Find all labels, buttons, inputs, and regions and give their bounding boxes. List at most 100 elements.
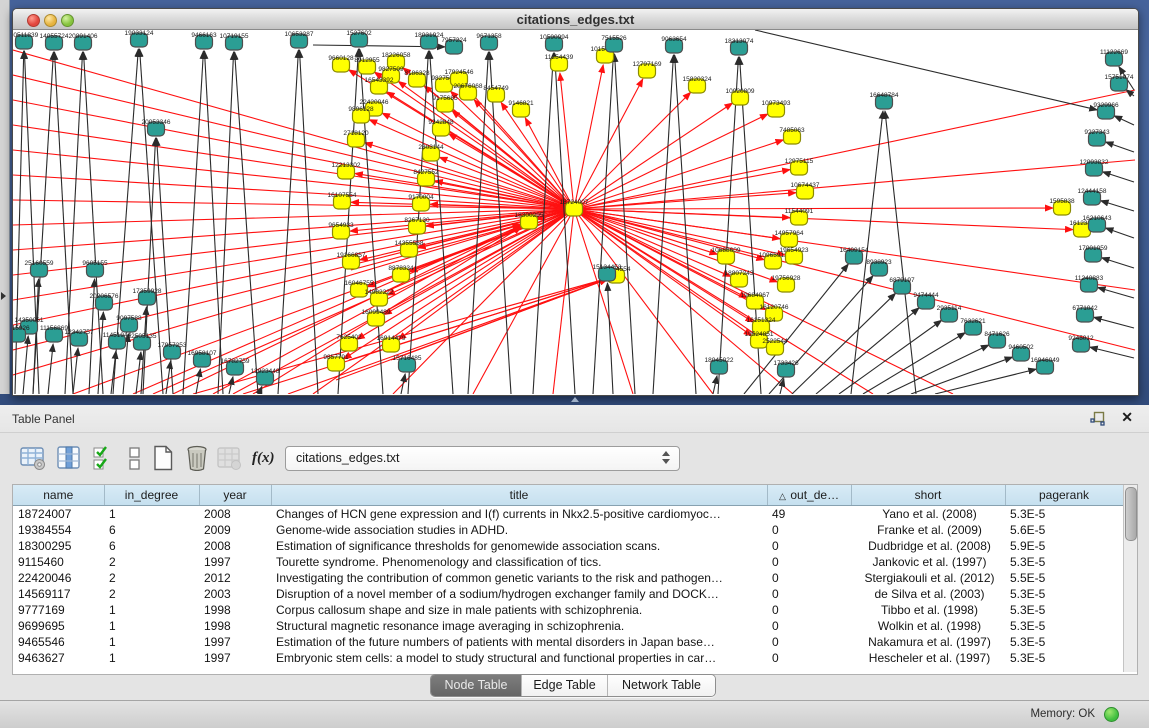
graph-node[interactable]: 1733426: [773, 360, 799, 377]
cell-pagerank[interactable]: 5.6E-5: [1005, 522, 1123, 538]
graph-node[interactable]: 11254439: [545, 54, 574, 71]
column-header-short[interactable]: short: [851, 485, 1005, 506]
citation-edge-red[interactable]: [574, 92, 691, 209]
cell-name[interactable]: 9465546: [13, 634, 104, 650]
cell-out_de[interactable]: 0: [767, 586, 851, 602]
graph-node[interactable]: 25160559: [25, 260, 54, 277]
graph-node[interactable]: 12342757: [65, 329, 94, 346]
graph-node[interactable]: 16946049: [1031, 357, 1060, 374]
graph-node[interactable]: 10674437: [791, 182, 820, 199]
graph-node[interactable]: 9146821: [508, 100, 534, 117]
column-header-year[interactable]: year: [199, 485, 271, 506]
graph-node[interactable]: 7957224: [441, 37, 467, 54]
table-mode-icon[interactable]: [20, 445, 46, 471]
cell-pagerank[interactable]: 5.3E-5: [1005, 602, 1123, 618]
graph-node[interactable]: 11122669: [1100, 49, 1128, 66]
cell-out_de[interactable]: 0: [767, 650, 851, 666]
graph-node[interactable]: 6771042: [1072, 305, 1098, 322]
panel-splitter-handle[interactable]: [571, 397, 579, 402]
cell-pagerank[interactable]: 5.3E-5: [1005, 586, 1123, 602]
table-row[interactable]: 1872400712008Changes of HCN gene express…: [13, 506, 1123, 523]
graph-node[interactable]: 1527602: [346, 30, 372, 47]
cell-in_degree[interactable]: 1: [104, 634, 199, 650]
cell-title[interactable]: Structural magnetic resonance image aver…: [271, 618, 767, 634]
cell-year[interactable]: 2008: [199, 506, 271, 523]
graph-node[interactable]: 17957253: [158, 342, 187, 359]
cell-name[interactable]: 9699695: [13, 618, 104, 634]
cell-out_de[interactable]: 0: [767, 602, 851, 618]
citation-edge-black[interactable]: [1090, 347, 1134, 358]
graph-node[interactable]: 20053346: [142, 119, 171, 136]
graph-node[interactable]: 9474444: [913, 292, 939, 309]
cell-pagerank[interactable]: 5.5E-5: [1005, 570, 1123, 586]
table-row[interactable]: 2242004622012Investigating the contribut…: [13, 570, 1123, 586]
cell-out_de[interactable]: 0: [767, 634, 851, 650]
table-row[interactable]: 911546021997Tourette syndrome. Phenomeno…: [13, 554, 1123, 570]
citation-edge-red[interactable]: [574, 209, 633, 394]
graph-node[interactable]: 6879197: [889, 277, 915, 294]
cell-title[interactable]: Embryonic stem cells: a model to study s…: [271, 650, 767, 666]
graph-node[interactable]: 12444158: [1078, 188, 1107, 205]
cell-pagerank[interactable]: 5.9E-5: [1005, 538, 1123, 554]
graph-node[interactable]: 9097588: [116, 315, 142, 332]
citation-edge-black[interactable]: [278, 50, 298, 394]
cell-in_degree[interactable]: 1: [104, 602, 199, 618]
graph-node[interactable]: 8454749: [483, 85, 509, 102]
graph-node[interactable]: 10688609: [712, 247, 741, 264]
cell-short[interactable]: Nakamura et al. (1997): [851, 634, 1005, 650]
cell-short[interactable]: Dudbridge et al. (2008): [851, 538, 1005, 554]
cell-name[interactable]: 14569117: [13, 586, 104, 602]
graph-node[interactable]: 8912955: [354, 57, 380, 74]
graph-node[interactable]: 9857791: [323, 354, 349, 371]
cell-in_degree[interactable]: 2: [104, 554, 199, 570]
table-select-dropdown[interactable]: citations_edges.txt: [285, 446, 680, 471]
cell-year[interactable]: 1997: [199, 634, 271, 650]
graph-node[interactable]: 20891406: [69, 33, 98, 50]
graph-node[interactable]: 16782759: [221, 358, 250, 375]
unselect-all-icon[interactable]: [122, 445, 148, 471]
graph-node[interactable]: 11544091: [785, 208, 814, 225]
citation-edge-black[interactable]: [73, 348, 78, 394]
graph-node[interactable]: 9063654: [661, 36, 687, 53]
citation-edge-black[interactable]: [401, 374, 405, 394]
cell-title[interactable]: Estimation of the future numbers of pati…: [271, 634, 767, 650]
graph-node[interactable]: 19166857: [337, 252, 366, 269]
graph-node[interactable]: 9242848: [428, 119, 454, 136]
cell-year[interactable]: 1998: [199, 602, 271, 618]
cell-year[interactable]: 2008: [199, 538, 271, 554]
citation-edge-black[interactable]: [607, 283, 613, 394]
left-panel-divider[interactable]: [0, 0, 10, 394]
delete-column-icon[interactable]: [184, 445, 210, 471]
cell-title[interactable]: Tourette syndrome. Phenomenology and cla…: [271, 554, 767, 570]
graph-node[interactable]: 16107554: [328, 192, 357, 209]
cell-name[interactable]: 18300295: [13, 538, 104, 554]
graph-node[interactable]: 11240883: [1075, 275, 1104, 292]
citation-edge-red[interactable]: [365, 143, 574, 209]
cell-out_de[interactable]: 0: [767, 570, 851, 586]
table-scrollbar[interactable]: [1123, 485, 1137, 672]
cell-pagerank[interactable]: 5.3E-5: [1005, 506, 1123, 523]
graph-node[interactable]: 16958107: [188, 350, 217, 367]
cell-short[interactable]: Wolkin et al. (1998): [851, 618, 1005, 634]
citation-edge-red[interactable]: [13, 200, 574, 209]
cell-year[interactable]: 1998: [199, 618, 271, 634]
graph-node[interactable]: 17001059: [1079, 245, 1108, 262]
cell-short[interactable]: de Silva et al. (2003): [851, 586, 1005, 602]
cell-title[interactable]: Investigating the contribution of common…: [271, 570, 767, 586]
graph-node[interactable]: 2935114: [937, 305, 962, 322]
citation-edge-black[interactable]: [136, 352, 141, 394]
cell-title[interactable]: Estimation of significance thresholds fo…: [271, 538, 767, 554]
citation-edge-black[interactable]: [235, 52, 258, 394]
citation-edge-red[interactable]: [574, 103, 733, 209]
graph-node[interactable]: 9654933: [328, 222, 354, 239]
graph-node[interactable]: 16409154: [840, 247, 869, 264]
cell-out_de[interactable]: 0: [767, 618, 851, 634]
cell-year[interactable]: 1997: [199, 554, 271, 570]
graph-node[interactable]: 7632621: [960, 318, 986, 335]
graph-node[interactable]: 15820324: [683, 76, 712, 93]
close-panel-icon[interactable]: ✕: [1121, 409, 1133, 426]
cell-out_de[interactable]: 0: [767, 522, 851, 538]
graph-node[interactable]: 12093832: [1080, 159, 1109, 176]
graph-node[interactable]: 9170004: [408, 194, 434, 211]
column-header-out_de[interactable]: △ out_de…: [767, 485, 851, 506]
